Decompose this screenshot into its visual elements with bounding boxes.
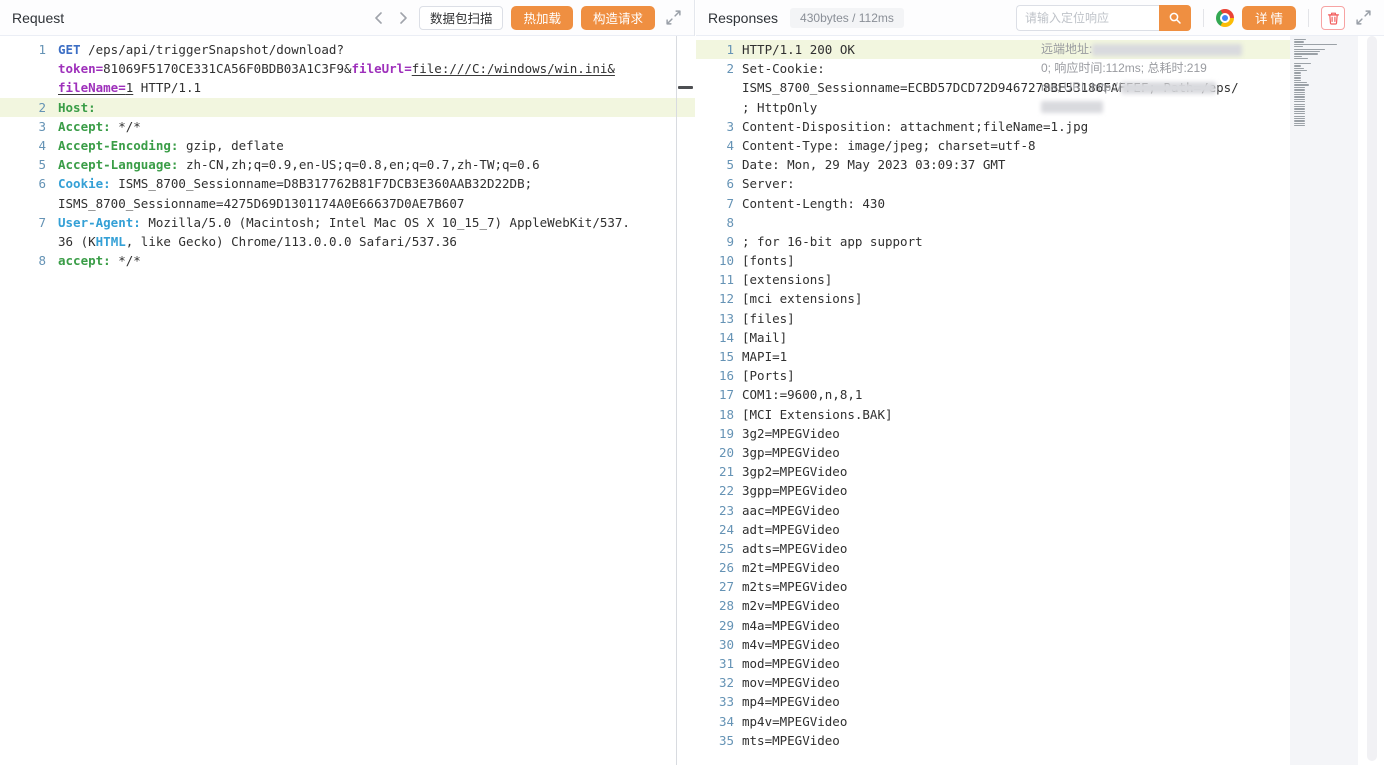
code-line: 6Server: — [696, 174, 1290, 193]
code-line: 9; for 16-bit app support — [696, 232, 1290, 251]
code-line: 30m4v=MPEGVideo — [696, 635, 1290, 654]
code-line: 10[fonts] — [696, 251, 1290, 270]
code-line: 203gp=MPEGVideo — [696, 443, 1290, 462]
response-search-input[interactable] — [1016, 5, 1159, 31]
code-line: ISMS_8700_Sessionname=4275D69D1301174A0E… — [0, 194, 695, 213]
code-line: 2Set-Cookie: — [696, 59, 1290, 78]
code-line: 17COM1:=9600,n,8,1 — [696, 385, 1290, 404]
detail-button[interactable]: 详情 — [1242, 6, 1296, 30]
code-line: ; HttpOnly — [696, 98, 1290, 117]
code-line: 6Cookie: ISMS_8700_Sessionname=D8B317762… — [0, 174, 695, 193]
code-line: 36 (KHTML, like Gecko) Chrome/113.0.0.0 … — [0, 232, 695, 251]
chevron-right-icon — [395, 10, 411, 26]
code-line: 1HTTP/1.1 200 OK — [696, 40, 1290, 59]
request-editor-annotation-strip — [676, 36, 677, 765]
request-editor[interactable]: 1GET /eps/api/triggerSnapshot/download?t… — [0, 36, 695, 765]
divider — [1308, 9, 1309, 27]
code-line: 29m4a=MPEGVideo — [696, 616, 1290, 635]
code-line: 7User-Agent: Mozilla/5.0 (Macintosh; Int… — [0, 213, 695, 232]
response-panel-title: Responses — [708, 10, 778, 26]
hot-reload-button[interactable]: 热加载 — [511, 6, 573, 30]
code-line: 25adts=MPEGVideo — [696, 539, 1290, 558]
code-line: 15MAPI=1 — [696, 347, 1290, 366]
code-line: 3Accept: */* — [0, 117, 695, 136]
clear-response-button[interactable] — [1321, 6, 1345, 30]
code-line: 5Accept-Language: zh-CN,zh;q=0.9,en-US;q… — [0, 155, 695, 174]
divider — [1203, 9, 1204, 27]
open-in-browser-button[interactable] — [1216, 9, 1234, 27]
code-line: 8accept: */* — [0, 251, 695, 270]
magnifier-icon — [1168, 11, 1182, 25]
code-line: 4Content-Type: image/jpeg; charset=utf-8 — [696, 136, 1290, 155]
chrome-icon — [1216, 9, 1234, 27]
code-line: 16[Ports] — [696, 366, 1290, 385]
packet-scan-button[interactable]: 数据包扫描 — [419, 6, 504, 30]
minimap-lines — [1290, 36, 1358, 126]
response-fullscreen-button[interactable] — [1353, 9, 1372, 26]
code-line: 3Content-Disposition: attachment;fileNam… — [696, 117, 1290, 136]
code-line: token=81069F5170CE331CA56F0BDB03A1C3F9&f… — [0, 59, 695, 78]
code-line: 31mod=MPEGVideo — [696, 654, 1290, 673]
request-panel-title: Request — [12, 10, 64, 26]
code-line: 7Content-Length: 430 — [696, 194, 1290, 213]
response-search — [1016, 5, 1191, 31]
code-line: 1GET /eps/api/triggerSnapshot/download? — [0, 40, 695, 59]
response-header: Responses 430bytes / 112ms 详情 — [696, 0, 1384, 36]
chevron-left-icon — [371, 10, 387, 26]
code-line: 32mov=MPEGVideo — [696, 673, 1290, 692]
code-line: 18[MCI Extensions.BAK] — [696, 405, 1290, 424]
code-line: 28m2v=MPEGVideo — [696, 596, 1290, 615]
expand-arrows-icon — [1355, 9, 1372, 26]
code-line: 24adt=MPEGVideo — [696, 520, 1290, 539]
response-search-button[interactable] — [1159, 5, 1191, 31]
response-scrollbar[interactable] — [1367, 36, 1377, 761]
code-line: 26m2t=MPEGVideo — [696, 558, 1290, 577]
code-line: 35mts=MPEGVideo — [696, 731, 1290, 750]
code-line: 193g2=MPEGVideo — [696, 424, 1290, 443]
code-line: 23aac=MPEGVideo — [696, 501, 1290, 520]
code-line: 5Date: Mon, 29 May 2023 03:09:37 GMT — [696, 155, 1290, 174]
code-line: 27m2ts=MPEGVideo — [696, 577, 1290, 596]
response-minimap[interactable] — [1290, 36, 1358, 765]
response-stats-badge: 430bytes / 112ms — [790, 8, 904, 28]
request-header: Request 数据包扫描 热加载 构造请求 — [0, 0, 694, 36]
prev-packet-button[interactable] — [371, 10, 387, 26]
code-line: 8 — [696, 213, 1290, 232]
code-line: 33mp4=MPEGVideo — [696, 692, 1290, 711]
request-panel: Request 数据包扫描 热加载 构造请求 1GET /eps/api/tri… — [0, 0, 695, 765]
code-line: 2Host: — [0, 98, 695, 117]
request-fullscreen-button[interactable] — [663, 9, 682, 26]
code-line: 34mp4v=MPEGVideo — [696, 712, 1290, 731]
trash-icon — [1327, 11, 1340, 25]
code-line: 213gp2=MPEGVideo — [696, 462, 1290, 481]
code-line: 11[extensions] — [696, 270, 1290, 289]
response-editor[interactable]: 1HTTP/1.1 200 OK2Set-Cookie: ISMS_8700_S… — [696, 36, 1290, 765]
next-packet-button[interactable] — [395, 10, 411, 26]
code-line: 4Accept-Encoding: gzip, deflate — [0, 136, 695, 155]
code-line: fileName=1 HTTP/1.1 — [0, 78, 695, 97]
code-line: 223gpp=MPEGVideo — [696, 481, 1290, 500]
code-line: ISMS_8700_Sessionname=ECBD57DCD72D946727… — [696, 78, 1290, 97]
search-match-marker — [678, 86, 693, 89]
expand-arrows-icon — [665, 9, 682, 26]
code-line: 13[files] — [696, 309, 1290, 328]
construct-request-button[interactable]: 构造请求 — [581, 6, 655, 30]
code-line: 14[Mail] — [696, 328, 1290, 347]
code-line: 12[mci extensions] — [696, 289, 1290, 308]
response-panel: Responses 430bytes / 112ms 详情 — [696, 0, 1384, 765]
